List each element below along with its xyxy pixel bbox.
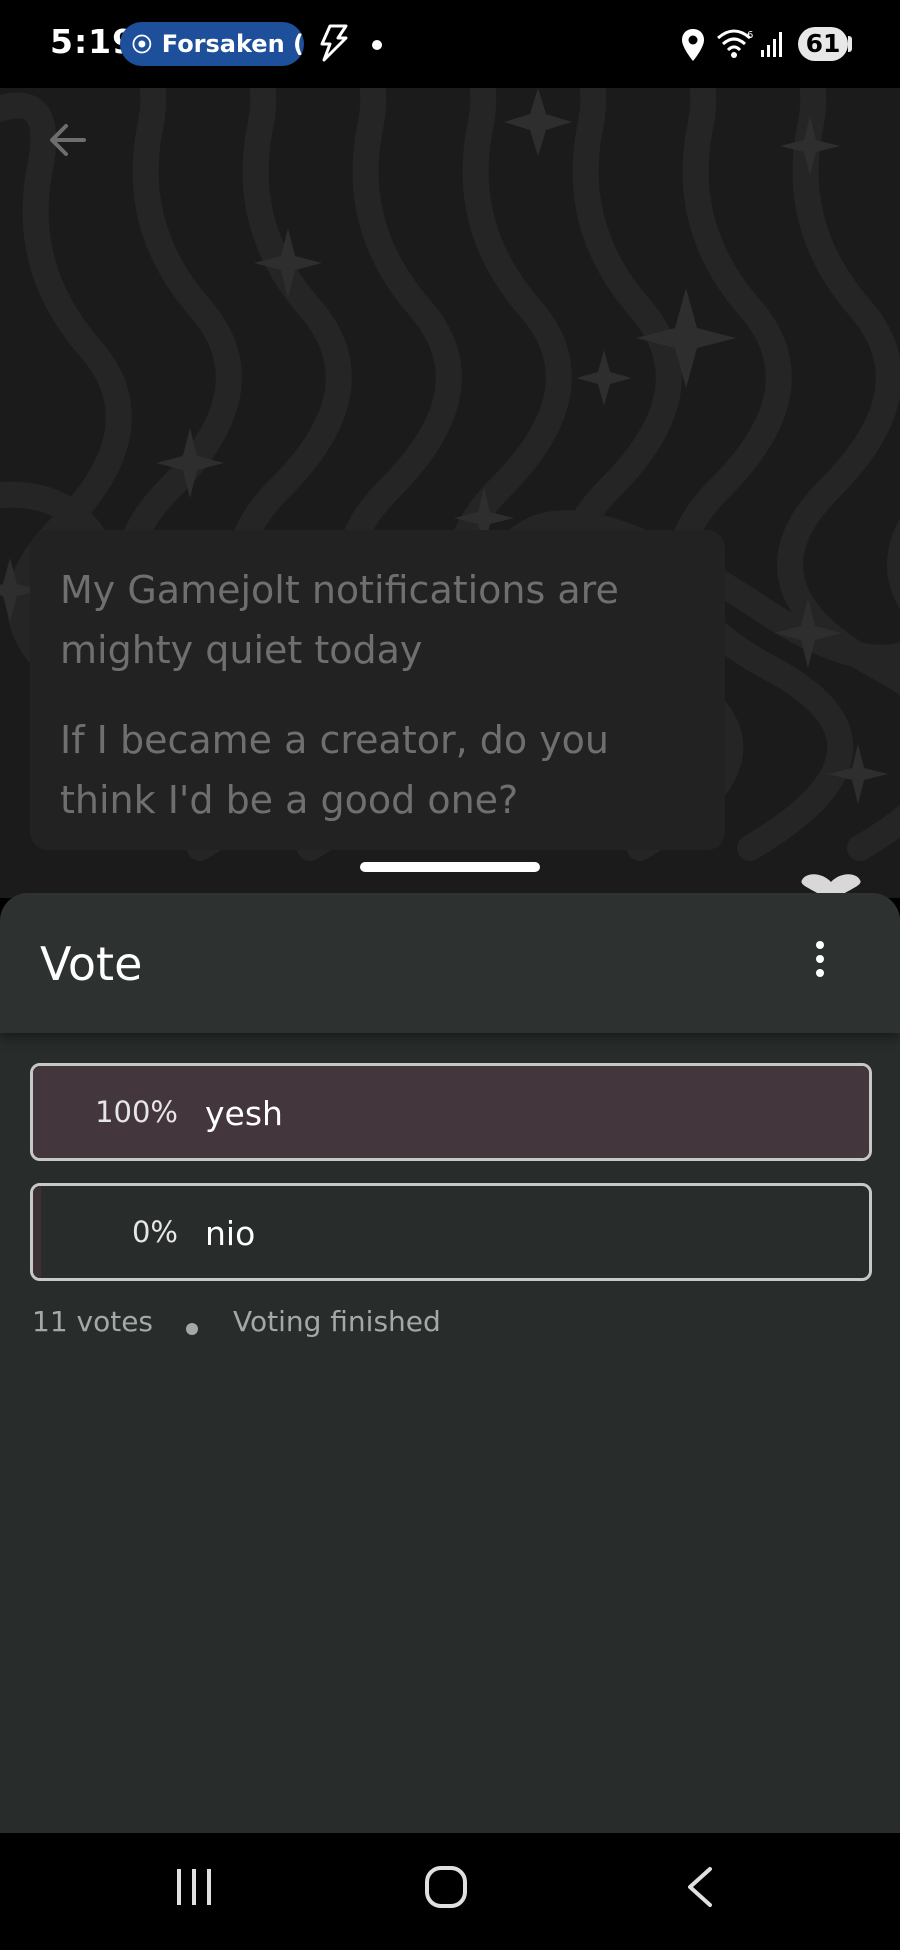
media-pill-text: Forsaken ( [161, 30, 304, 58]
post-text-2: If I became a creator, do you think I'd … [60, 718, 610, 822]
notification-dot-icon [372, 40, 382, 50]
location-icon [682, 29, 704, 61]
wifi-icon: 6 [717, 29, 753, 58]
more-dot [816, 969, 824, 977]
back-arrow-icon[interactable] [44, 116, 92, 164]
home-icon[interactable] [424, 1865, 468, 1909]
poll-option-percent: 100% [95, 1095, 178, 1129]
status-bar: 5:19 Forsaken ( 6 61 [0, 0, 900, 88]
svg-text:6: 6 [747, 30, 753, 41]
voting-status: Voting finished [233, 1305, 441, 1338]
battery-indicator: 61 [798, 27, 848, 61]
recents-icon[interactable] [174, 1867, 214, 1907]
poll-option-nio[interactable]: 0% nio [30, 1183, 872, 1281]
meta-separator-dot [186, 1323, 198, 1335]
poll-option-percent: 0% [131, 1215, 178, 1249]
vote-sheet: Vote 100% yesh 0% nio 11 votes Voting fi… [0, 893, 900, 1833]
flash-icon [320, 24, 348, 62]
poll-option-label: yesh [205, 1094, 283, 1133]
post-text-1: My Gamejolt notifications are mighty qui… [60, 568, 619, 672]
poll-option-label: nio [205, 1214, 256, 1253]
more-dot [816, 941, 824, 949]
vote-count: 11 votes [32, 1305, 154, 1338]
more-dot [816, 955, 824, 963]
signal-icon [761, 32, 782, 57]
system-nav-bar [0, 1833, 900, 1950]
media-pill[interactable]: Forsaken ( [120, 22, 304, 66]
sheet-drag-handle[interactable] [360, 862, 540, 872]
play-icon [132, 34, 152, 54]
poll-option-yesh[interactable]: 100% yesh [30, 1063, 872, 1161]
sheet-title: Vote [40, 937, 143, 991]
nav-back-icon[interactable] [680, 1865, 720, 1909]
sheet-header: Vote [0, 893, 900, 1033]
battery-tip [848, 36, 852, 52]
more-vert-icon[interactable] [800, 935, 840, 983]
